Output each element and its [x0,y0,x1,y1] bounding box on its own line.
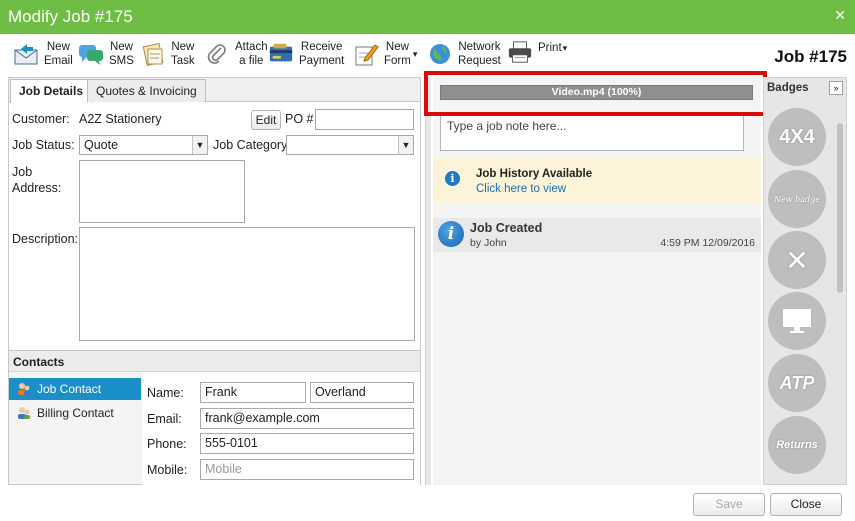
globe-icon [427,42,453,66]
phone-label: Phone: [147,437,187,451]
person-icon [18,407,30,419]
history-event: i Job Created by John 4:59 PM 12/09/2016 [433,218,761,252]
job-history-banner[interactable]: i Job History Available Click here to vi… [433,158,761,203]
person-icon [18,383,30,395]
window-title: Modify Job #175 [8,7,133,26]
event-timestamp: 4:59 PM 12/09/2016 [660,237,755,249]
badge-monitor[interactable] [768,292,826,350]
expand-icon[interactable]: » [829,81,843,95]
first-name-input[interactable]: Frank [200,382,306,403]
email-field[interactable]: frank@example.com [200,408,414,429]
new-form-label: New Form [384,41,411,67]
tab-bar: Job Details Quotes & Invoicing [9,78,420,103]
print-dropdown-icon: ▾ [562,42,568,53]
last-name-input[interactable]: Overland [310,382,414,403]
new-task-label: New Task [171,41,195,67]
event-author: by John [470,237,507,249]
new-form-dropdown-icon: ▾ [412,48,418,59]
badge-cancel[interactable]: ✕ [768,231,826,289]
new-form-button[interactable]: New Form ▾ [353,40,417,68]
job-details-pane: Job Details Quotes & Invoicing Customer:… [8,77,421,485]
edit-customer-button[interactable]: Edit [251,110,281,130]
footer: Save Close [0,487,855,521]
job-category-select[interactable]: ▼ [286,135,414,155]
job-status-label: Job Status: [12,138,75,152]
monitor-icon [783,309,811,333]
network-request-label: Network Request [458,41,501,67]
description-label: Description: [12,232,78,246]
highlight-box [424,71,767,116]
mobile-field[interactable]: Mobile [200,459,414,480]
chevron-down-icon: ▼ [192,136,207,154]
close-icon[interactable]: ✕ [834,7,846,24]
badges-header: Badges » [764,78,846,98]
new-sms-button[interactable]: New SMS [78,40,134,68]
new-sms-label: New SMS [109,41,134,67]
title-bar: Modify Job #175 ✕ [0,0,855,34]
customer-label: Customer: [12,112,70,126]
badges-panel: Badges » 4X4 New badge ✕ ATP Returns [763,77,847,485]
receive-payment-label: Receive Payment [299,41,345,67]
sms-icon [78,42,104,66]
description-input[interactable] [79,227,415,341]
tab-job-details[interactable]: Job Details [10,79,93,103]
contact-form: Name: Frank Overland Email: frank@exampl… [142,372,420,485]
contact-item-label: Job Contact [37,382,102,396]
phone-field[interactable]: 555-0101 [200,433,414,454]
close-button[interactable]: Close [770,493,842,516]
new-task-button[interactable]: New Task [140,40,195,68]
badge-4x4[interactable]: 4X4 [768,108,826,166]
attach-file-label: Attach a file [235,41,268,67]
payment-icon [268,42,294,66]
badge-new[interactable]: New badge [768,170,826,228]
toolbar: New Email New SMS New Task Attach a file… [0,34,855,76]
job-address-input[interactable] [79,160,245,223]
history-link[interactable]: Click here to view [476,183,566,195]
job-address-label: Job Address: [12,165,62,195]
contact-item-billing[interactable]: Billing Contact [9,402,141,424]
printer-icon [507,40,533,64]
badge-atp[interactable]: ATP [768,354,826,412]
new-email-label: New Email [44,41,73,67]
attach-file-button[interactable]: Attach a file [204,40,268,68]
job-status-value: Quote [84,138,119,152]
po-input[interactable] [315,109,414,130]
job-title: Job #175 [774,47,847,66]
po-label: PO # [285,112,314,126]
job-category-label: Job Category [213,138,288,152]
name-label: Name: [147,386,184,400]
job-status-select[interactable]: Quote ▼ [79,135,208,155]
email-icon [13,42,39,66]
new-email-button[interactable]: New Email [13,40,73,68]
history-title: Job History Available [476,168,593,180]
chevron-down-icon: ▼ [398,136,413,154]
print-button[interactable]: Print ▾ [507,40,567,64]
info-icon: i [438,221,464,247]
pane-divider[interactable] [425,77,431,485]
print-label: Print [538,42,562,54]
customer-value: A2Z Stationery [79,112,162,126]
contact-item-label: Billing Contact [37,406,114,420]
info-icon: i [445,171,460,186]
job-note-input[interactable]: Type a job note here... [440,113,744,151]
receive-payment-button[interactable]: Receive Payment [268,40,344,68]
badge-returns[interactable]: Returns [768,416,826,474]
tab-quotes-invoicing[interactable]: Quotes & Invoicing [87,79,206,102]
task-icon [140,42,166,66]
contacts-header: Contacts [9,351,420,372]
contacts-panel: Contacts Job Contact Billing Contact Nam… [9,350,420,485]
form-icon [353,42,379,66]
mobile-label: Mobile: [147,463,188,477]
network-request-button[interactable]: Network Request [427,40,501,68]
notes-pane: Video.mp4 (100%) Type a job note here...… [433,77,761,485]
badges-title: Badges [767,82,809,94]
save-button[interactable]: Save [693,493,765,516]
contact-item-job[interactable]: Job Contact [9,378,141,400]
email-label: Email: [147,412,182,426]
event-title: Job Created [470,221,543,235]
badges-scrollbar[interactable] [837,123,843,293]
paperclip-icon [204,42,230,66]
